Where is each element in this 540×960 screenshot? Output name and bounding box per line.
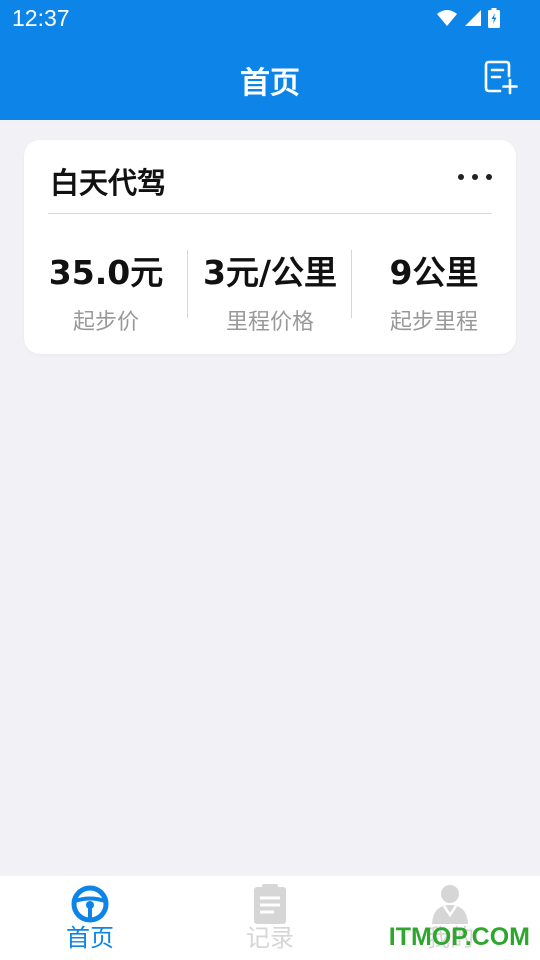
card-title: 白天代驾 xyxy=(50,166,167,200)
watermark: ITMOP.COM xyxy=(388,923,530,951)
nav-item-records[interactable]: 记录 xyxy=(180,884,360,956)
stat-value: 35.0元 xyxy=(48,253,164,292)
status-icons xyxy=(436,6,500,30)
stat-value: 3元/公里 xyxy=(202,253,337,292)
nav-item-home[interactable]: 首页 xyxy=(0,884,180,956)
stat-start-price: 35.0元 起步价 xyxy=(24,246,188,336)
app-bar: 首页 xyxy=(0,38,540,120)
add-order-button[interactable] xyxy=(482,58,518,96)
stat-value: 9公里 xyxy=(389,253,479,292)
nav-label: 首页 xyxy=(66,924,114,952)
page-title: 首页 xyxy=(240,66,300,101)
nav-label: 记录 xyxy=(246,924,294,952)
add-order-icon xyxy=(484,60,518,95)
more-button[interactable] xyxy=(458,165,492,189)
wifi-icon xyxy=(437,10,457,26)
stat-label: 起步价 xyxy=(72,310,139,335)
stat-start-distance: 9公里 起步里程 xyxy=(352,246,516,336)
status-bar: 12:37 xyxy=(0,0,540,38)
card-divider xyxy=(48,213,492,214)
more-icon xyxy=(458,174,464,180)
status-time: 12:37 xyxy=(12,5,70,31)
battery-charging-icon xyxy=(488,8,500,28)
service-card[interactable]: 白天代驾 35.0元 起步价 3元/公里 里程价格 9公里 起步里程 xyxy=(24,140,516,354)
stat-label: 里程价格 xyxy=(225,310,314,335)
stat-label: 起步里程 xyxy=(389,310,478,335)
stat-mileage-price: 3元/公里 里程价格 xyxy=(188,246,352,336)
cell-signal-icon xyxy=(465,10,481,26)
